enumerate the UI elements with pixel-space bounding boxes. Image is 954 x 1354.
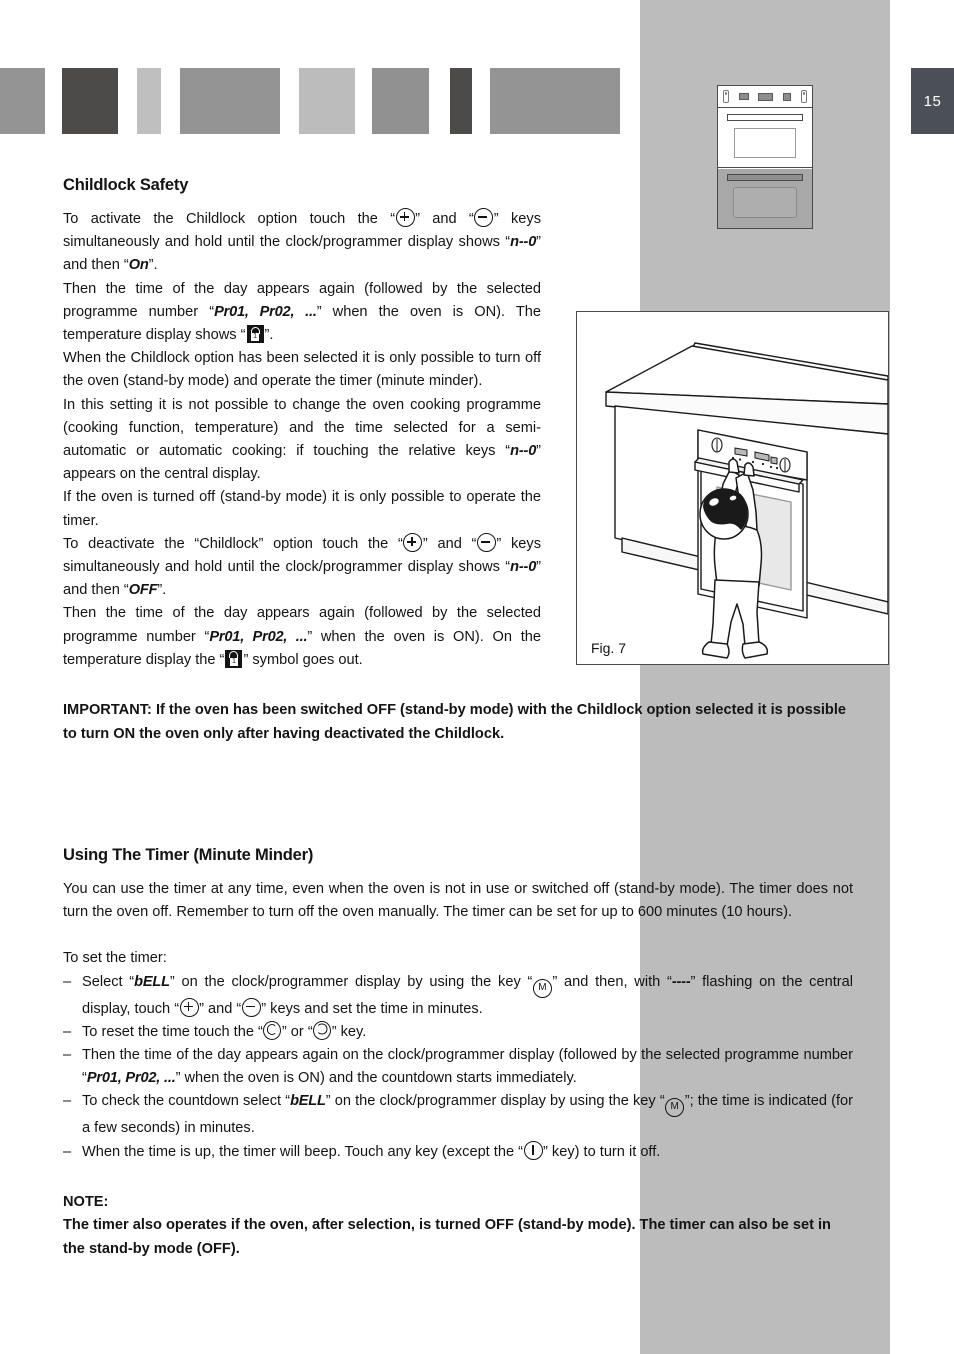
timer-steps-list: Select “bELL” on the clock/programmer di…	[63, 971, 853, 1164]
text-run: To activate the Childlock option touch t…	[63, 211, 396, 227]
timer-section-title: Using The Timer (Minute Minder)	[63, 846, 314, 865]
childlock-paragraph-7: Then the time of the day appears again (…	[63, 602, 541, 672]
childlock-paragraph-3: When the Childlock option has been selec…	[63, 350, 541, 390]
display-code: bELL	[134, 973, 170, 990]
panel-button-wide-icon	[758, 92, 774, 101]
text-run: ” key) to turn it off.	[543, 1143, 661, 1160]
mode-key-icon: M	[532, 978, 552, 998]
minus-key-icon	[241, 997, 261, 1017]
display-code: On	[128, 257, 149, 274]
text-run: ” symbol goes out.	[243, 651, 363, 668]
timer-step-4: To check the countdown select “bELL” on …	[63, 1090, 853, 1140]
timer-step-3: Then the time of the day appears again o…	[63, 1044, 853, 1090]
bar-7	[450, 68, 472, 134]
power-key-icon	[523, 1140, 543, 1160]
text-run: ” key.	[331, 1023, 367, 1040]
display-code: Pr01, Pr02, ...	[86, 1070, 176, 1087]
timer-set-label: To set the timer:	[63, 950, 167, 967]
text-run: ”.	[157, 582, 167, 599]
page-number-badge: 15	[911, 68, 954, 134]
display-code: Pr01, Pr02, ...	[214, 303, 317, 320]
bar-1	[0, 68, 45, 134]
timer-step-1: Select “bELL” on the clock/programmer di…	[63, 971, 853, 1021]
oven-control-panel	[718, 86, 812, 108]
text-run: To deactivate the “Childlock” option tou…	[63, 535, 403, 552]
childlock-paragraph-2: Then the time of the day appears again (…	[63, 278, 541, 348]
text-run: ” and “	[422, 535, 477, 552]
text-run: To check the countdown select “	[82, 1093, 291, 1110]
childlock-paragraph-6: To deactivate the “Childlock” option tou…	[63, 532, 541, 603]
timer-step-5: When the time is up, the timer will beep…	[63, 1140, 853, 1164]
display-code: OFF	[128, 582, 158, 599]
padlock-icon	[246, 325, 264, 344]
padlock-icon	[225, 649, 243, 668]
figure-7-illustration	[605, 342, 888, 659]
bar-4	[180, 68, 280, 134]
important-note: IMPORTANT: If the oven has been switched…	[63, 702, 847, 742]
display-code: ----	[671, 973, 691, 990]
display-code: Pr01, Pr02, ...	[209, 628, 308, 645]
bar-2	[62, 68, 118, 134]
decrease-ring-key-icon	[263, 1020, 282, 1040]
increase-ring-key-icon	[313, 1020, 332, 1040]
text-run: ” on the clock/programmer display by usi…	[325, 1093, 665, 1110]
text-run: ” and “	[199, 1000, 242, 1017]
oven-top-handle	[727, 114, 803, 121]
knob-left-icon	[722, 90, 729, 103]
childlock-paragraph-4: In this setting it is not possible to ch…	[63, 394, 541, 487]
note-text: The timer also operates if the oven, aft…	[63, 1217, 831, 1257]
display-code: n--0	[510, 234, 537, 251]
text-run: To reset the time touch the “	[82, 1023, 263, 1040]
text-run: ”.	[264, 327, 274, 344]
mode-key-icon: M	[665, 1098, 685, 1118]
note-label: NOTE:	[63, 1193, 109, 1210]
panel-button-square-icon	[783, 92, 792, 101]
plus-key-icon	[179, 997, 199, 1017]
text-run: Select “	[82, 973, 135, 990]
childlock-section-title: Childlock Safety	[63, 176, 189, 194]
oven-top-window	[734, 128, 796, 158]
figure-caption: Fig. 7	[591, 640, 627, 656]
text-run: ” when the oven is ON) and the countdown…	[175, 1070, 577, 1087]
timer-intro-paragraph: You can use the timer at any time, even …	[63, 881, 853, 921]
bar-6	[372, 68, 429, 134]
knob-right-icon	[801, 90, 808, 103]
text-run: In this setting it is not possible to ch…	[63, 396, 541, 460]
display-code: bELL	[290, 1093, 326, 1110]
text-run: ” on the clock/programmer display by usi…	[169, 973, 533, 990]
bar-5	[299, 68, 355, 134]
childlock-paragraph-1: To activate the Childlock option touch t…	[63, 208, 541, 278]
minus-key-icon	[474, 208, 494, 227]
oven-top-cavity	[718, 108, 812, 168]
text-run: When the time is up, the timer will beep…	[82, 1143, 523, 1160]
text-run: ” keys and set the time in minutes.	[261, 1000, 483, 1017]
timer-step-2: To reset the time touch the “ ” or “ ” key…	[63, 1020, 853, 1044]
plus-key-icon	[395, 208, 415, 227]
text-run: ” and then, with “	[552, 973, 672, 990]
plus-key-icon	[403, 532, 423, 552]
text-run: ” or “	[281, 1023, 313, 1040]
header-decorative-bars	[0, 68, 640, 134]
figure-7: Fig. 7	[576, 311, 889, 665]
bar-3	[137, 68, 161, 134]
minus-key-icon	[476, 532, 496, 552]
text-run: ” and “	[415, 211, 474, 227]
panel-button-small-icon	[738, 93, 749, 100]
display-code: n--0	[510, 559, 537, 576]
display-code: n--0	[510, 443, 537, 460]
bar-8	[490, 68, 620, 134]
text-run: ”.	[148, 257, 158, 274]
childlock-paragraph-5: If the oven is turned off (stand-by mode…	[63, 489, 541, 529]
